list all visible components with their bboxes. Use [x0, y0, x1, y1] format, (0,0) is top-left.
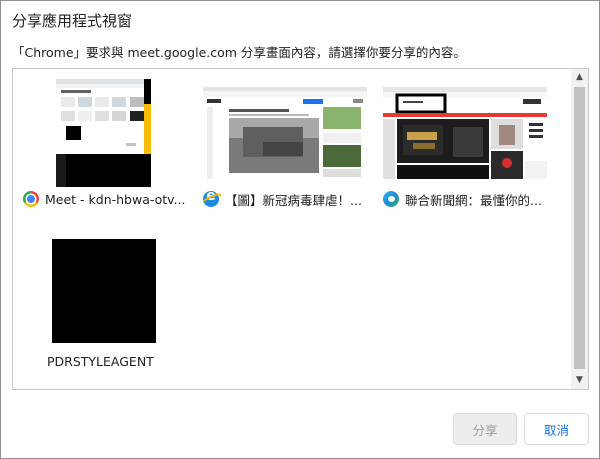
dialog-title: 分享應用程式視窗 — [12, 12, 133, 30]
window-item-meet[interactable]: Meet - kdn-hbwa-otv... — [23, 75, 193, 215]
share-window-dialog: 分享應用程式視窗 「Chrome」要求與 meet.google.com 分享畫… — [0, 0, 600, 459]
vertical-scrollbar[interactable]: ▲ ▼ — [571, 69, 588, 389]
window-title: 【圖】新冠病毒肆虐！... — [225, 192, 362, 208]
window-thumbnail — [203, 87, 367, 179]
internet-explorer-icon — [203, 189, 219, 207]
window-thumbnail — [52, 239, 156, 343]
edge-icon — [383, 191, 399, 207]
window-title: Meet - kdn-hbwa-otv... — [45, 191, 186, 207]
window-item-udn-edge[interactable]: 聯合新聞網：最懂你的... — [383, 75, 553, 215]
window-item-news-ie[interactable]: 【圖】新冠病毒肆虐！... — [203, 75, 373, 215]
window-list: Meet - kdn-hbwa-otv... e 【圖】新冠病毒肆虐！... 聯… — [12, 68, 589, 390]
window-title: PDRSTYLEAGENT — [47, 353, 154, 369]
scroll-up-arrow-icon[interactable]: ▲ — [571, 69, 588, 86]
window-thumbnail — [56, 79, 151, 187]
window-title: 聯合新聞網：最懂你的... — [405, 192, 542, 208]
scroll-down-arrow-icon[interactable]: ▼ — [571, 372, 588, 389]
window-item-pdrstyleagent[interactable]: PDRSTYLEAGENT — [23, 235, 193, 375]
share-button[interactable]: 分享 — [453, 413, 517, 445]
scrollbar-thumb[interactable] — [574, 87, 585, 369]
cancel-button[interactable]: 取消 — [524, 413, 589, 445]
dialog-subtitle: 「Chrome」要求與 meet.google.com 分享畫面內容，請選擇你要… — [12, 45, 466, 60]
window-thumbnail — [383, 87, 547, 179]
chrome-icon — [23, 191, 39, 207]
